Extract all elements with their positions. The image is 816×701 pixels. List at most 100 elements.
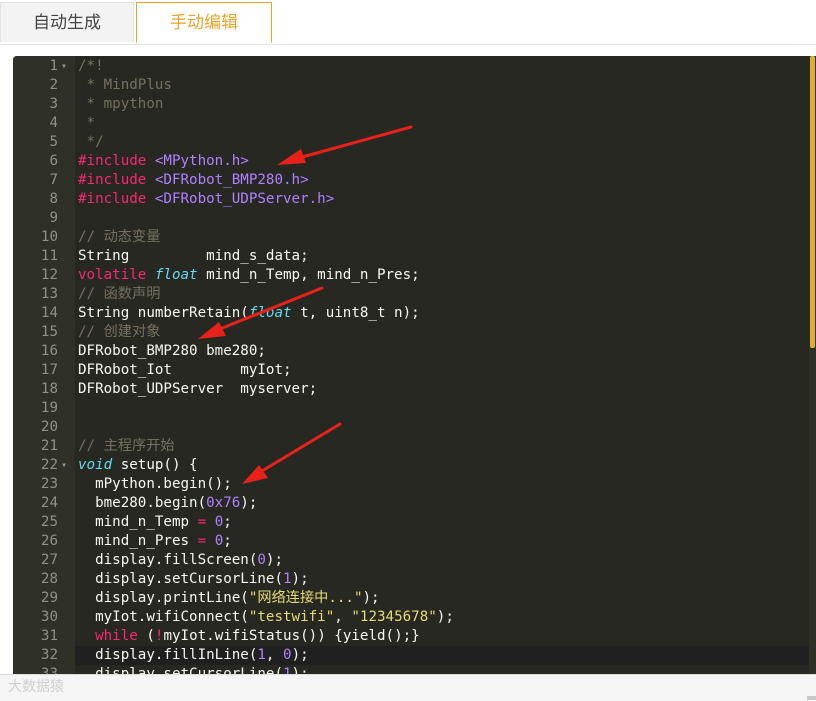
line-number: 14 [40,305,58,321]
line-number: 12 [40,267,58,283]
code-token: // 动态变量 [78,229,161,245]
code-token: 0x76 [206,495,241,511]
editor-scrollbar[interactable] [809,56,816,674]
code-token: mind_n_Temp [78,514,198,530]
fold-toggle-icon[interactable]: ▾ [61,456,67,475]
code-token: // 函数声明 [78,286,161,302]
code-token: */ [78,134,104,150]
code-token: * [78,115,96,131]
code-line[interactable]: 10 // 动态变量 [13,228,803,247]
code-text: while (!myIot.wifiStatus()) {yield();} [78,627,420,646]
code-text: * [78,114,96,133]
line-number: 19 [40,400,58,416]
line-number: 7 [49,172,58,188]
code-token: DFRobot_BMP280 bme280; [78,343,266,359]
code-line[interactable]: 33 display.setCursorLine(1); [13,665,803,674]
code-token: 0 [214,533,224,549]
code-line[interactable]: 16 DFRobot_BMP280 bme280; [13,342,803,361]
code-line[interactable]: 27 display.fillScreen(0); [13,551,803,570]
code-line[interactable]: 8 #include <DFRobot_UDPServer.h> [13,190,803,209]
code-token: = [197,533,207,549]
code-line[interactable]: 1 ▾ /*! [13,57,803,76]
code-text: display.setCursorLine(1); [78,665,309,674]
code-line[interactable]: 6 #include <MPython.h> [13,152,803,171]
code-line[interactable]: 23 mPython.begin(); [13,475,803,494]
line-number: 2 [49,77,58,93]
code-line[interactable]: 17 DFRobot_Iot myIot; [13,361,803,380]
scrollbar-thumb[interactable] [810,56,815,348]
window-edge [807,696,816,700]
code-line[interactable]: 19 [13,399,803,418]
code-line[interactable]: 22 ▾ void setup() { [13,456,803,475]
code-text: myIot.wifiConnect("testwifi", "12345678"… [78,608,454,627]
code-line[interactable]: 13 // 函数声明 [13,285,803,304]
code-line[interactable]: 32 display.fillInLine(1, 0); [13,646,803,665]
code-token: setup() { [112,457,198,473]
code-text: String mind_s_data; [78,247,309,266]
code-token: float [154,267,198,283]
tab-auto-generate[interactable]: 自动生成 [0,2,134,42]
code-line[interactable]: 2 * MindPlus [13,76,803,95]
code-line[interactable]: 18 DFRobot_UDPServer myserver; [13,380,803,399]
code-text: // 动态变量 [78,228,160,247]
line-number: 6 [49,153,58,169]
code-line[interactable]: 24 bme280.begin(0x76); [13,494,803,513]
code-token: 0 [283,647,292,663]
code-line[interactable]: 4 * [13,114,803,133]
code-line[interactable]: 21 // 主程序开始 [13,437,803,456]
code-text: mPython.begin(); [78,475,232,494]
line-number: 18 [40,381,58,397]
code-text: display.printLine("网络连接中..."); [78,589,380,608]
code-line[interactable]: 11 String mind_s_data; [13,247,803,266]
code-token: mind_n_Pres [78,533,198,549]
code-line[interactable]: 7 #include <DFRobot_BMP280.h> [13,171,803,190]
code-line[interactable]: 14 String numberRetain(float t, uint8_t n… [13,304,803,323]
code-line[interactable]: 25 mind_n_Temp = 0; [13,513,803,532]
code-line[interactable]: 12 volatile float mind_n_Temp, mind_n_Pre… [13,266,803,285]
code-token: = [197,514,207,530]
watermark-text: 大数据猿 [8,679,64,695]
code-line[interactable]: 30 myIot.wifiConnect("testwifi", "123456… [13,608,803,627]
code-text: * MindPlus [78,76,172,95]
fold-toggle-icon[interactable]: ▾ [61,57,67,76]
code-text: // 主程序开始 [78,437,175,456]
code-line[interactable]: 29 display.printLine("网络连接中..."); [13,589,803,608]
code-token: ); [436,609,454,625]
code-line[interactable]: 5 */ [13,133,803,152]
code-text: // 创建对象 [78,323,160,342]
code-token: myIot.wifiConnect( [78,609,249,625]
code-line[interactable]: 9 [13,209,803,228]
code-token: bme280.begin( [78,495,207,511]
code-token: display.setCursorLine( [78,571,283,587]
code-line[interactable]: 3 * mpython [13,95,803,114]
code-text: DFRobot_UDPServer myserver; [78,380,317,399]
code-text: mind_n_Temp = 0; [78,513,232,532]
code-text: display.setCursorLine(1); [78,570,309,589]
code-token: ); [291,571,309,587]
code-token: 1 [283,666,292,674]
code-line[interactable]: 26 mind_n_Pres = 0; [13,532,803,551]
line-number: 22 [40,457,58,473]
code-token: ); [265,552,284,568]
code-line[interactable]: 20 [13,418,803,437]
code-line[interactable]: 31 while (!myIot.wifiStatus()) {yield();… [13,627,803,646]
code-token: "网络连接中..." [248,590,363,606]
tab-manual-edit[interactable]: 手动编辑 [136,2,272,43]
code-editor[interactable]: 1 ▾/*! 2 * MindPlus 3 * mpython 4 * 5 */6 #inc… [13,56,816,674]
line-number: 9 [49,210,58,226]
code-line[interactable]: 28 display.setCursorLine(1); [13,570,803,589]
code-line[interactable]: 15 // 创建对象 [13,323,803,342]
code-token: DFRobot_UDPServer myserver; [78,381,318,397]
code-token: ); [240,495,258,511]
line-number: 26 [40,533,58,549]
code-token: float [248,305,292,321]
code-text: * mpython [78,95,164,114]
line-number: 28 [40,571,58,587]
line-number: 17 [40,362,58,378]
line-number: 32 [40,647,58,663]
code-token: void [78,457,113,473]
code-text: */ [78,133,104,152]
